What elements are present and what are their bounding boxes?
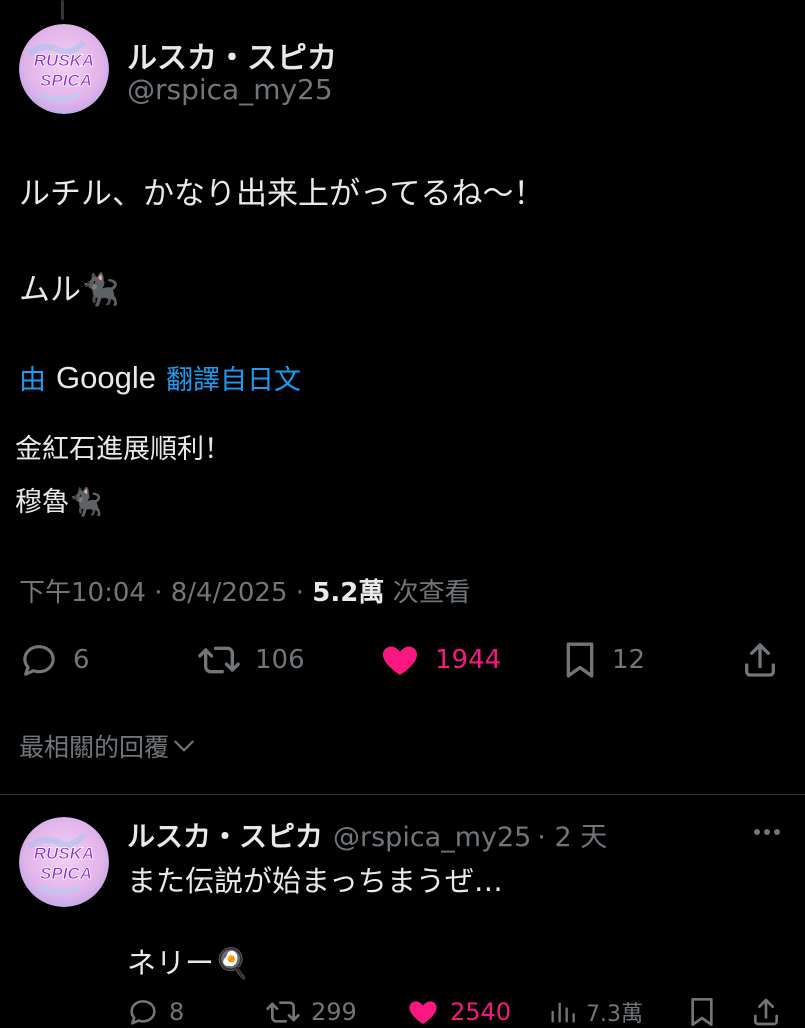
reply-repost-count: 299 [311,998,357,1026]
timestamp[interactable]: 下午10:04 · 8/4/2025 · [19,578,312,608]
bookmark-icon [566,642,594,678]
like-button[interactable]: 1944 [379,640,501,680]
reply-avatar[interactable]: RUSKA SPICA [19,817,109,907]
reply-like-button[interactable]: 2540 [406,996,511,1028]
views-label: 次查看 [384,578,471,608]
bookmark-icon [691,998,713,1026]
avatar-text-2: SPICA [40,71,92,90]
replies-sort-label: 最相關的回覆 [19,733,170,762]
more-icon [754,829,780,835]
repost-icon [266,1001,300,1023]
reply-display-name[interactable]: ルスカ・スピカ [127,815,323,855]
reply-text-line-2: ネリー🍳 [127,946,251,980]
chevron-down-icon [174,740,194,752]
heart-icon [409,1001,437,1024]
reply-time[interactable]: · 2 天 [537,815,607,854]
reply-reply-count: 8 [169,998,185,1026]
like-count: 1944 [435,645,502,675]
reply-handle[interactable]: @rspica_my25 [333,822,531,853]
repost-icon [198,646,240,674]
replies-sort-selector[interactable]: 最相關的回覆 [19,728,197,764]
translation-prefix: 由 [19,365,46,396]
reply-bookmark-button[interactable] [688,996,716,1028]
tweet-text-line-2: ムル🐈‍⬛ [19,272,120,308]
reply-share-button[interactable] [750,996,782,1028]
reply-count: 6 [73,645,90,675]
avatar-text-1: RUSKA [34,51,94,70]
views-icon [551,1002,575,1023]
share-icon [754,998,778,1026]
share-icon [745,643,775,677]
section-divider [0,794,805,795]
repost-button[interactable]: 106 [197,640,305,680]
translated-line-1: 金紅石進展順利！ [15,434,231,465]
reply-reply-button[interactable]: 8 [127,996,184,1028]
reply-header: ルスカ・スピカ @rspica_my25 · 2 天 [127,815,607,855]
user-handle[interactable]: @rspica_my25 [127,73,333,106]
reply-button[interactable]: 6 [19,640,90,680]
avatar[interactable]: RUSKA SPICA [19,24,109,114]
tweet-metadata: 下午10:04 · 8/4/2025 · 5.2萬 次查看 [19,572,471,609]
thread-connector [61,0,64,20]
more-options-button[interactable] [750,818,784,850]
reply-like-count: 2540 [450,998,512,1026]
reply-text-line-1: また伝説が始まっちまうぜ… [127,864,503,898]
reply-avatar-text-2: SPICA [40,864,92,883]
translated-line-2: 穆魯🐈‍⬛ [15,487,103,518]
reply-repost-button[interactable]: 299 [265,996,357,1028]
reply-views-button[interactable]: 7.3萬 [548,996,643,1028]
views-count: 5.2萬 [312,578,385,608]
bookmark-button[interactable]: 12 [562,640,645,680]
reply-icon [130,1000,156,1025]
heart-icon [382,646,418,675]
translation-attribution[interactable]: 由 Google 翻譯自日文 [19,358,301,397]
google-logo: Google [56,359,156,395]
repost-count: 106 [255,645,305,675]
tweet-text-line-1: ルチル、かなり出来上がってるね〜！ [19,176,545,212]
reply-views-count: 7.3萬 [586,1002,643,1027]
translation-source: 翻譯自日文 [165,365,301,396]
reply-icon [23,645,55,676]
share-button[interactable] [740,640,780,680]
display-name[interactable]: ルスカ・スピカ [127,33,337,77]
reply-avatar-text-1: RUSKA [34,844,94,863]
bookmark-count: 12 [612,645,646,675]
